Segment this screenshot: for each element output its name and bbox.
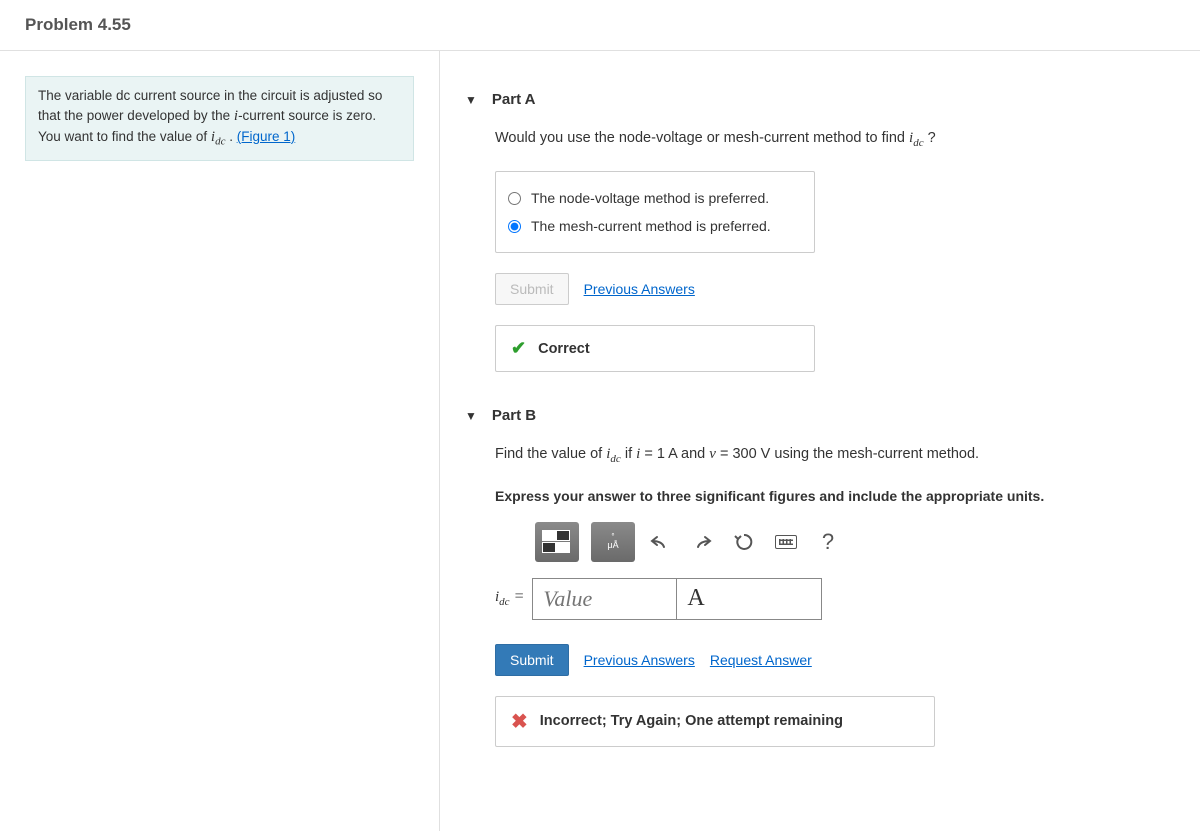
left-panel: The variable dc current source in the ci… [0, 51, 440, 831]
undo-icon[interactable] [643, 525, 677, 559]
v-symbol: v [709, 446, 716, 462]
keyboard-icon[interactable] [769, 525, 803, 559]
qtext: Find the value of [495, 446, 606, 462]
submit-button-b[interactable]: Submit [495, 644, 569, 676]
page-header: Problem 4.55 [0, 0, 1200, 51]
answer-label: idc = [495, 588, 524, 608]
intro-text: . [225, 129, 236, 144]
part-b-title: Part B [492, 407, 536, 424]
idc-sub: dc [610, 453, 620, 465]
idc-sub: dc [913, 137, 923, 149]
unit-input[interactable] [677, 578, 822, 620]
feedback-incorrect: ✖ Incorrect; Try Again; One attempt rema… [495, 696, 935, 747]
qtext: using the mesh-current method. [774, 446, 979, 462]
feedback-text: Correct [538, 341, 590, 357]
feedback-correct: ✔ Correct [495, 325, 815, 372]
answer-input-row: idc = [495, 578, 1175, 620]
templates-button[interactable] [535, 522, 579, 562]
greek-label: μÅ [607, 541, 618, 550]
right-panel: ▼ Part A Would you use the node-voltage … [440, 51, 1200, 831]
feedback-text: Incorrect; Try Again; One attempt remain… [540, 713, 843, 729]
x-icon: ✖ [511, 709, 528, 734]
redo-icon[interactable] [685, 525, 719, 559]
answer-toolbar: ° μÅ ? [535, 522, 1175, 562]
part-a-header[interactable]: ▼ Part A [465, 91, 1175, 108]
figure-link[interactable]: (Figure 1) [237, 129, 296, 144]
idc-sub: dc [215, 136, 225, 148]
submit-button-a: Submit [495, 273, 569, 305]
qtext: ? [924, 130, 936, 146]
value-input[interactable] [532, 578, 677, 620]
caret-down-icon: ▼ [465, 93, 477, 107]
symbols-button[interactable]: ° μÅ [591, 522, 635, 562]
request-answer-link[interactable]: Request Answer [710, 652, 812, 668]
idc-sub: dc [499, 597, 509, 609]
option-label: The mesh-current method is preferred. [531, 218, 771, 234]
problem-title: Problem 4.55 [25, 15, 1175, 35]
qtext: = 300 V [716, 446, 774, 462]
help-icon[interactable]: ? [811, 525, 845, 559]
caret-down-icon: ▼ [465, 409, 477, 423]
qtext: = 1 A [640, 446, 681, 462]
qtext: and [681, 446, 709, 462]
previous-answers-link-a[interactable]: Previous Answers [584, 281, 695, 297]
part-a-question: Would you use the node-voltage or mesh-c… [495, 128, 1175, 151]
check-icon: ✔ [511, 338, 526, 359]
part-b-question: Find the value of idc if i = 1 A and v =… [495, 444, 1175, 467]
option-node-voltage[interactable]: The node-voltage method is preferred. [508, 184, 802, 212]
qtext: Would you use the node-voltage or mesh-c… [495, 130, 909, 146]
reset-icon[interactable] [727, 525, 761, 559]
part-b-header[interactable]: ▼ Part B [465, 407, 1175, 424]
eq-sign: = [510, 588, 525, 605]
part-a-title: Part A [492, 91, 536, 108]
option-mesh-current[interactable]: The mesh-current method is preferred. [508, 212, 802, 240]
radio-option-1[interactable] [508, 220, 521, 233]
radio-option-0[interactable] [508, 192, 521, 205]
problem-intro: The variable dc current source in the ci… [25, 76, 414, 161]
part-b-instruction: Express your answer to three significant… [495, 488, 1175, 504]
options-box: The node-voltage method is preferred. Th… [495, 171, 815, 253]
option-label: The node-voltage method is preferred. [531, 190, 769, 206]
previous-answers-link-b[interactable]: Previous Answers [584, 652, 695, 668]
qtext: if [621, 446, 636, 462]
